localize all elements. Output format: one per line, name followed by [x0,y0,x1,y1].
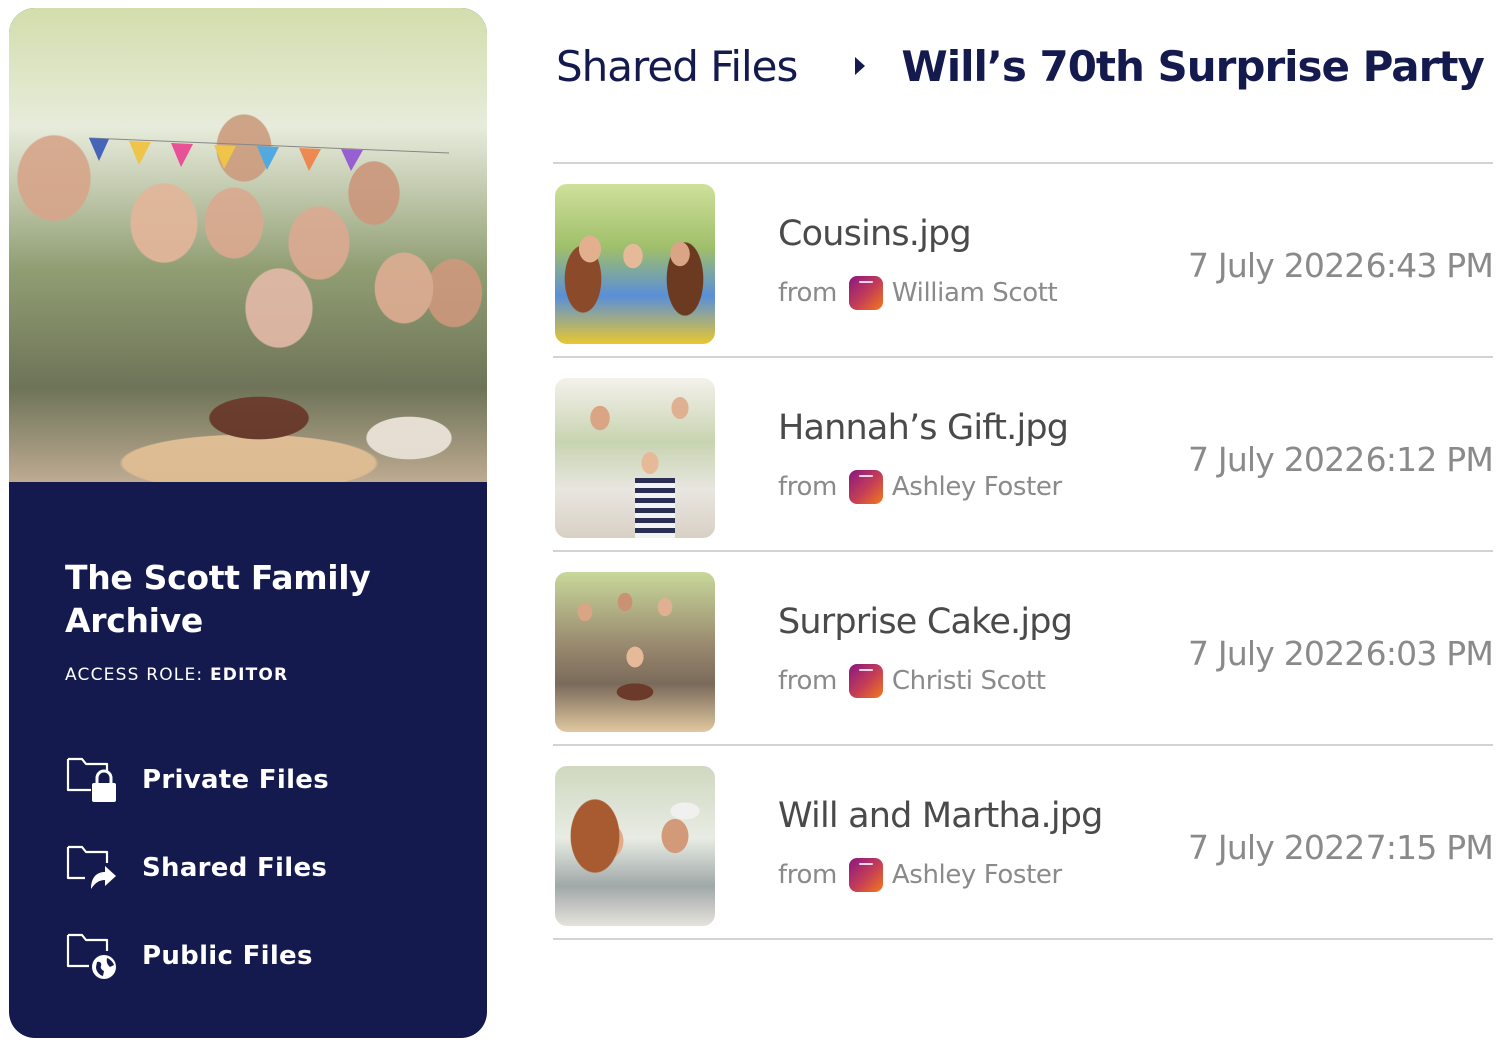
file-time: 7:15 PM [1365,828,1494,867]
sender-name[interactable]: William Scott [892,278,1058,308]
file-time: 6:43 PM [1365,246,1494,285]
folder-lock-icon [66,757,116,802]
breadcrumb: Shared Files Will’s 70th Surprise Party [556,38,1485,94]
file-time: 6:12 PM [1365,440,1494,479]
access-role: ACCESS ROLE: EDITOR [65,665,288,685]
access-role-label: ACCESS ROLE: [65,665,204,685]
file-time: 6:03 PM [1365,634,1494,673]
sidebar-item-label: Public Files [142,941,313,971]
sidebar-item-label: Private Files [142,765,329,795]
sidebar-item-label: Shared Files [142,853,328,883]
from-label: from [778,666,837,696]
from-label: from [778,472,837,502]
file-row[interactable]: Will and Martha.jpg from Ashley Foster 7… [553,746,1494,940]
user-avatar-icon [848,470,883,504]
file-date: 7 July 2022 [1188,440,1365,479]
sender-name[interactable]: Christi Scott [892,666,1046,696]
sender-name[interactable]: Ashley Foster [892,860,1062,890]
file-date: 7 July 2022 [1188,634,1365,673]
file-name: Surprise Cake.jpg [778,602,1073,642]
file-thumbnail[interactable] [555,184,715,344]
access-role-value: EDITOR [209,665,289,685]
sidebar-nav: Private Files Shared Files Public Files [65,736,445,1000]
sidebar-item-public-files[interactable]: Public Files [65,912,445,1000]
archive-title: The Scott Family Archive [65,558,371,640]
sender-name[interactable]: Ashley Foster [892,472,1062,502]
file-name: Will and Martha.jpg [778,796,1103,836]
caret-right-icon [855,57,866,75]
file-thumbnail[interactable] [555,572,715,732]
from-label: from [778,860,837,890]
file-thumbnail[interactable] [555,378,715,538]
breadcrumb-root-link[interactable]: Shared Files [556,42,798,91]
file-thumbnail[interactable] [555,766,715,926]
sidebar-item-private-files[interactable]: Private Files [65,736,445,824]
archive-card: The Scott Family Archive ACCESS ROLE: ED… [9,8,487,1038]
file-row[interactable]: Hannah’s Gift.jpg from Ashley Foster 7 J… [553,358,1494,552]
file-date: 7 July 2022 [1188,828,1365,867]
from-label: from [778,278,837,308]
user-avatar-icon [848,276,883,310]
file-list: Cousins.jpg from William Scott 7 July 20… [553,162,1494,940]
file-name: Hannah’s Gift.jpg [778,408,1069,448]
folder-share-icon [66,845,116,889]
file-row[interactable]: Cousins.jpg from William Scott 7 July 20… [553,164,1494,358]
sidebar-item-shared-files[interactable]: Shared Files [65,824,445,912]
file-name: Cousins.jpg [778,214,972,254]
user-avatar-icon [848,858,883,892]
breadcrumb-current: Will’s 70th Surprise Party [901,41,1484,91]
file-row[interactable]: Surprise Cake.jpg from Christi Scott 7 J… [553,552,1494,746]
folder-globe-icon [66,933,116,979]
file-date: 7 July 2022 [1188,246,1365,285]
hero-photo [9,8,487,482]
user-avatar-icon [848,664,883,698]
